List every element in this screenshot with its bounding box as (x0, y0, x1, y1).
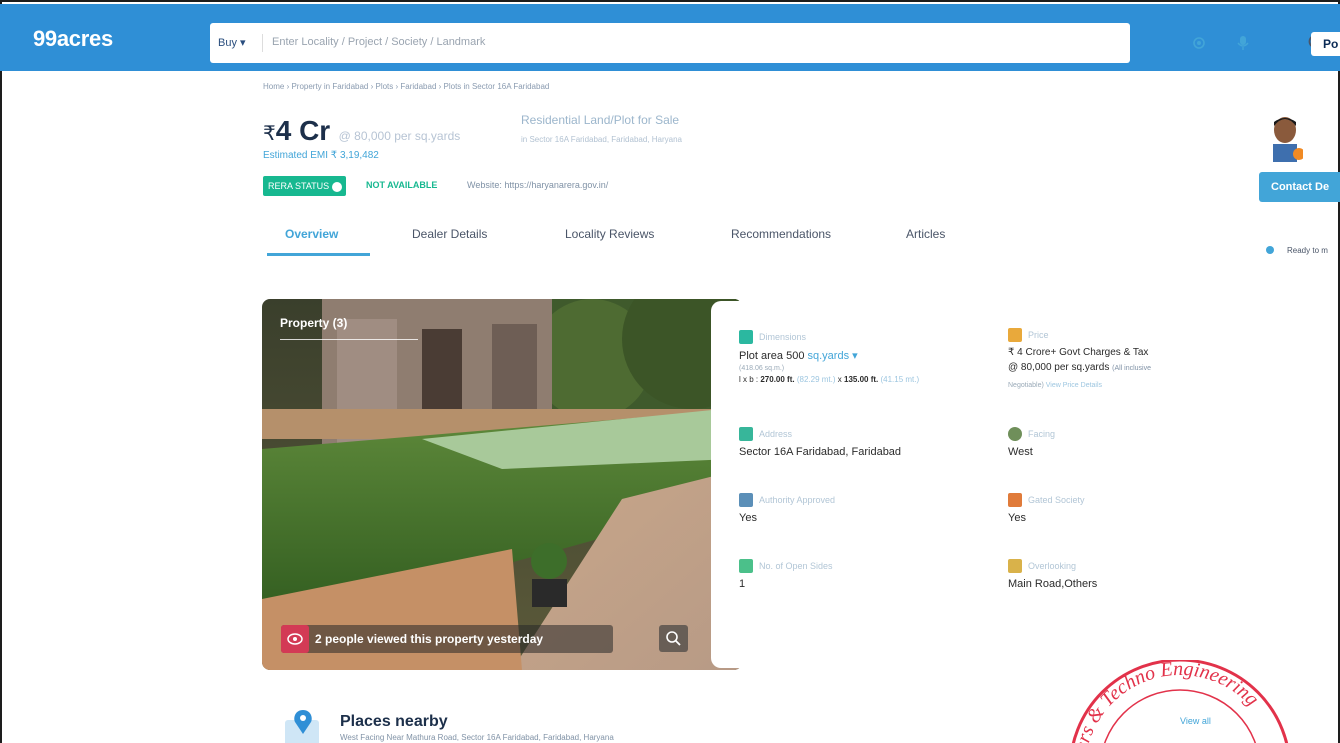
site-logo[interactable]: 99acres (33, 26, 113, 52)
field-overlooking: Overlooking Main Road,Others (1008, 559, 1208, 599)
length-ft: 270.00 ft. (760, 375, 795, 384)
dimensions-label: Dimensions (759, 332, 807, 342)
lxb-prefix: l x b : (739, 375, 759, 384)
ready-to-move-text: Ready to m (1287, 246, 1328, 255)
price-amount: ₹4 Cr (263, 115, 330, 146)
tab-overview[interactable]: Overview (285, 227, 338, 241)
window-icon (1008, 559, 1022, 573)
top-navbar: 99acres Buy ▾ Enter Locality / Project /… (0, 4, 1340, 71)
open-sides-label: No. of Open Sides (759, 561, 833, 571)
company-stamp: ers & Techno Engineering View all (1070, 660, 1289, 743)
rera-status-badge[interactable]: RERA STATUS (263, 176, 347, 196)
info-icon[interactable] (332, 181, 343, 192)
search-divider (262, 34, 263, 52)
rera-label: RERA STATUS (268, 181, 330, 191)
search-input[interactable]: Enter Locality / Project / Society / Lan… (272, 36, 485, 48)
rera-value: NOT AVAILABLE (366, 180, 438, 190)
dimensions-value: Plot area 500 sq.yards ▾ (739, 349, 858, 362)
search-bar[interactable]: Buy ▾ Enter Locality / Project / Society… (210, 23, 1326, 63)
breadcrumb[interactable]: Home › Property in Faridabad › Plots › F… (263, 82, 549, 91)
places-nearby-title: Places nearby (340, 713, 448, 730)
price-label: Price (1028, 330, 1049, 340)
view-all-link[interactable]: View all (1180, 716, 1211, 726)
property-photo[interactable]: Property (3) (262, 299, 742, 670)
field-authority-approved: Authority Approved Yes (739, 493, 999, 533)
breadth-ft: 135.00 ft. (844, 375, 879, 384)
property-photo-image (262, 299, 742, 670)
field-open-sides: No. of Open Sides 1 (739, 559, 999, 599)
section-tabs: Overview Dealer Details Locality Reviews… (263, 222, 983, 258)
photo-title-underline (280, 339, 418, 340)
rupee-symbol: ₹ (263, 123, 276, 145)
signpost-icon (739, 427, 753, 441)
dimensions-lxb: l x b : 270.00 ft. (82.29 mt.) x 135.00 … (739, 375, 919, 384)
eye-icon (281, 625, 309, 653)
price-value: 4 Cr (275, 115, 331, 146)
breadth-m: (41.15 mt.) (880, 375, 920, 384)
active-tab-indicator (267, 253, 370, 256)
overlooking-value: Main Road,Others (1008, 578, 1098, 590)
overlooking-label: Overlooking (1028, 561, 1077, 571)
price-inclusive: (All inclusive (1112, 365, 1152, 372)
gated-label: Gated Society (1028, 495, 1085, 505)
compass-icon (1008, 427, 1022, 441)
facing-label: Facing (1028, 429, 1056, 439)
field-facing: Facing West (1008, 427, 1208, 467)
details-card: Dimensions Plot area 500 sq.yards ▾ (418… (711, 301, 1251, 668)
zoom-icon (666, 631, 681, 646)
plot-area: Plot area 500 (739, 350, 805, 362)
building-check-icon (739, 493, 753, 507)
price-per: @ 80,000 per sq.yards (1008, 362, 1110, 373)
unit-dropdown[interactable]: sq.yards ▾ (808, 350, 858, 362)
tab-dealer-details[interactable]: Dealer Details (412, 227, 487, 241)
home-icon (1266, 246, 1274, 254)
views-banner: 2 people viewed this property yesterday (281, 625, 613, 653)
gated-value: Yes (1008, 512, 1026, 524)
field-dimensions: Dimensions Plot area 500 sq.yards ▾ (418… (739, 330, 1019, 410)
map-pin-icon (285, 710, 319, 743)
tab-recommendations[interactable]: Recommendations (731, 227, 831, 241)
tab-articles[interactable]: Articles (906, 227, 945, 241)
field-address: Address Sector 16A Faridabad, Faridabad (739, 427, 999, 467)
authority-label: Authority Approved (759, 495, 836, 505)
authority-value: Yes (739, 512, 757, 524)
by-sign: x (837, 375, 842, 384)
buy-dropdown[interactable]: Buy ▾ (218, 36, 246, 49)
field-gated-society: Gated Society Yes (1008, 493, 1208, 533)
address-value: Sector 16A Faridabad, Faridabad (739, 446, 902, 458)
length-m: (82.29 mt.) (796, 375, 836, 384)
dimensions-icon (739, 330, 753, 344)
facing-value: West (1008, 446, 1033, 458)
rera-website[interactable]: Website: https://haryanarera.gov.in/ (467, 180, 608, 190)
open-sides-value: 1 (739, 578, 746, 590)
price-negotiable: Negotiable) View Price Details (1008, 382, 1102, 389)
post-property-button[interactable]: Po (1311, 32, 1340, 56)
field-price: Price ₹ 4 Crore+ Govt Charges & Tax @ 80… (1008, 328, 1248, 408)
photo-count-title: Property (3) (280, 316, 348, 330)
microphone-icon[interactable] (1236, 35, 1250, 51)
price-tag-icon (1008, 328, 1022, 342)
emi-link[interactable]: Estimated EMI ₹ 3,19,482 (263, 150, 379, 161)
dimensions-sqm: (418.06 sq.m.) (739, 365, 785, 372)
property-type: Residential Land/Plot for Sale (521, 113, 680, 127)
open-sides-icon (739, 559, 753, 573)
agent-avatar[interactable] (1267, 114, 1303, 162)
address-label: Address (759, 429, 793, 439)
view-price-details-link[interactable]: View Price Details (1046, 382, 1102, 389)
price-block: ₹4 Cr @ 80,000 per sq.yards (263, 115, 460, 147)
tab-locality-reviews[interactable]: Locality Reviews (565, 227, 654, 241)
contact-dealer-button[interactable]: Contact De (1259, 172, 1340, 202)
price-per-sqyard: @ 80,000 per sq.yards (All inclusive (1008, 362, 1151, 373)
views-text: 2 people viewed this property yesterday (315, 632, 544, 646)
price-per-unit: @ 80,000 per sq.yards (338, 129, 461, 143)
places-nearby-subtitle: West Facing Near Mathura Road, Sector 16… (340, 733, 614, 742)
price-value: ₹ 4 Crore+ Govt Charges & Tax (1008, 347, 1149, 358)
location-icon[interactable] (1192, 36, 1206, 50)
property-address: in Sector 16A Faridabad, Faridabad, Hary… (521, 135, 682, 144)
negotiable-text: Negotiable) (1008, 382, 1044, 389)
zoom-button[interactable] (659, 625, 688, 652)
stamp-text: ers & Techno Engineering (1070, 660, 1263, 743)
gate-icon (1008, 493, 1022, 507)
